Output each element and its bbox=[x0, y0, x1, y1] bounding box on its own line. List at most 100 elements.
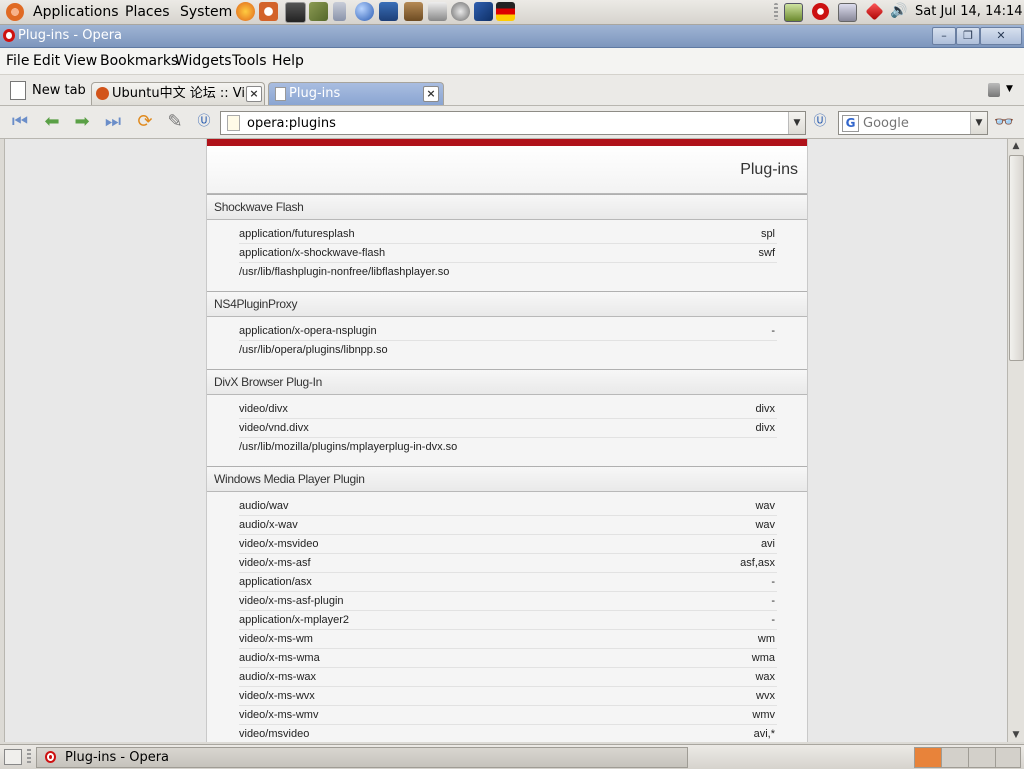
network-tray-icon[interactable] bbox=[838, 3, 857, 22]
new-tab-button[interactable]: New tab bbox=[32, 83, 86, 98]
tab-bar: New tab Ubuntu中文 论坛 :: Vi... × Plug-ins … bbox=[0, 75, 1024, 106]
menu-edit[interactable]: Edit bbox=[33, 48, 60, 74]
settings-launcher-icon[interactable] bbox=[259, 2, 278, 21]
disc-launcher-icon[interactable] bbox=[451, 2, 470, 21]
bird-launcher-icon[interactable] bbox=[474, 2, 493, 21]
menu-bookmarks[interactable]: Bookmarks bbox=[100, 48, 178, 74]
vertical-scrollbar[interactable]: ▲ ▼ bbox=[1007, 139, 1024, 742]
forward-icon[interactable]: ➡ bbox=[70, 111, 94, 133]
window-titlebar[interactable]: Plug-ins - Opera – ❐ ✕ bbox=[0, 25, 1024, 48]
menu-widgets[interactable]: Widgets bbox=[175, 48, 232, 74]
screen-launcher-icon[interactable] bbox=[379, 2, 398, 21]
mime-row: application/x-opera-nsplugin - bbox=[239, 322, 777, 341]
update-tray-icon[interactable] bbox=[865, 2, 884, 21]
mime-row: application/x-mplayer2 - bbox=[239, 611, 777, 630]
plugin-path: /usr/lib/mozilla/plugins/mplayerplug-in-… bbox=[239, 441, 458, 453]
mime-type: audio/x-wav bbox=[239, 519, 298, 531]
book-launcher-icon[interactable] bbox=[309, 2, 328, 21]
tab-ubuntu-forum[interactable]: Ubuntu中文 论坛 :: Vi... × bbox=[91, 82, 265, 105]
plugin-name: NS4PluginProxy bbox=[207, 291, 807, 317]
search-input[interactable] bbox=[863, 114, 967, 132]
address-dropdown-icon[interactable]: ▼ bbox=[788, 112, 805, 134]
mime-row: video/x-ms-asf-plugin - bbox=[239, 592, 777, 611]
menu-tools[interactable]: Tools bbox=[232, 48, 267, 74]
character-launcher-icon[interactable] bbox=[404, 2, 423, 21]
image-launcher-icon[interactable] bbox=[428, 2, 447, 21]
maximize-button[interactable]: ❐ bbox=[956, 27, 980, 45]
show-desktop-icon[interactable] bbox=[4, 749, 22, 765]
mime-extension: divx bbox=[755, 422, 775, 434]
close-tab-icon[interactable]: × bbox=[246, 86, 262, 102]
google-icon[interactable]: G bbox=[842, 115, 859, 132]
device-launcher-icon[interactable] bbox=[333, 2, 346, 21]
tray-handle-icon bbox=[774, 3, 778, 20]
reload-icon[interactable]: ⟳ bbox=[133, 111, 157, 133]
applications-menu[interactable]: Applications bbox=[33, 0, 119, 24]
flag-launcher-icon[interactable] bbox=[496, 2, 515, 21]
ubuntu-logo-icon[interactable] bbox=[6, 3, 24, 21]
plugin-path-row: /usr/lib/mozilla/plugins/mplayerplug-in-… bbox=[239, 438, 777, 456]
page-header: Plug-ins bbox=[207, 146, 807, 194]
notes-tray-icon[interactable] bbox=[784, 3, 803, 22]
plugin-path: /usr/lib/flashplugin-nonfree/libflashpla… bbox=[239, 266, 450, 278]
close-window-button[interactable]: ✕ bbox=[980, 27, 1022, 45]
scroll-down-icon[interactable]: ▼ bbox=[1008, 728, 1024, 742]
unite-icon[interactable]: Ⓤ bbox=[192, 111, 216, 133]
mime-extension: wax bbox=[755, 671, 775, 683]
fast-forward-icon[interactable]: ⏭ bbox=[101, 111, 125, 133]
minimize-button[interactable]: – bbox=[932, 27, 956, 45]
navigation-toolbar: ⏮ ⬅ ➡ ⏭ ⟳ ✎ Ⓤ ▼ Ⓤ G ▼ 👓 bbox=[0, 106, 1024, 139]
mime-row: audio/x-wav wav bbox=[239, 516, 777, 535]
mime-type: application/futuresplash bbox=[239, 228, 355, 240]
globe-launcher-icon[interactable] bbox=[355, 2, 374, 21]
firefox-launcher-icon[interactable] bbox=[236, 2, 255, 21]
mime-row: application/asx - bbox=[239, 573, 777, 592]
edit-icon[interactable]: ✎ bbox=[163, 111, 187, 133]
back-icon[interactable]: ⬅ bbox=[40, 111, 64, 133]
workspace-2[interactable] bbox=[941, 747, 969, 768]
address-bar[interactable]: ▼ bbox=[220, 111, 806, 135]
new-tab-icon[interactable] bbox=[10, 81, 26, 100]
mime-type: video/divx bbox=[239, 403, 288, 415]
trash-icon[interactable] bbox=[988, 83, 1000, 97]
menu-view[interactable]: View bbox=[64, 48, 97, 74]
menu-help[interactable]: Help bbox=[272, 48, 304, 74]
scroll-thumb[interactable] bbox=[1009, 155, 1024, 361]
workspace-1[interactable] bbox=[914, 747, 942, 768]
trash-dropdown-icon[interactable]: ▼ bbox=[1006, 84, 1013, 94]
mime-extension: spl bbox=[760, 228, 775, 240]
system-menu[interactable]: System bbox=[180, 0, 232, 24]
zoom-glasses-icon[interactable]: 👓 bbox=[992, 111, 1016, 133]
page-viewport[interactable]: Plug-ins Shockwave Flash application/futu… bbox=[4, 139, 1007, 742]
rewind-icon[interactable]: ⏮ bbox=[8, 111, 32, 133]
mime-row: audio/x-ms-wma wma bbox=[239, 649, 777, 668]
address-input[interactable] bbox=[247, 114, 787, 132]
menu-file[interactable]: File bbox=[6, 48, 29, 74]
mime-type: application/x-shockwave-flash bbox=[239, 247, 386, 259]
unite-panel-icon[interactable]: Ⓤ bbox=[808, 111, 832, 133]
opera-task-icon bbox=[45, 751, 56, 763]
clock[interactable]: Sat Jul 14, 14:14 bbox=[915, 0, 1023, 24]
search-box[interactable]: G ▼ bbox=[838, 111, 988, 135]
tab-plugins[interactable]: Plug-ins × bbox=[268, 82, 444, 105]
places-menu[interactable]: Places bbox=[125, 0, 170, 24]
plugin-list: Shockwave Flash application/futuresplash s… bbox=[207, 194, 807, 742]
mime-type: video/x-ms-wvx bbox=[239, 690, 315, 702]
volume-tray-icon[interactable]: 🔊 bbox=[890, 3, 907, 20]
mime-extension: - bbox=[771, 595, 775, 607]
scroll-up-icon[interactable]: ▲ bbox=[1008, 139, 1024, 153]
taskbar-window-button[interactable]: Plug-ins - Opera bbox=[36, 747, 688, 768]
mime-extension: wm bbox=[757, 633, 775, 645]
opera-tray-icon[interactable] bbox=[812, 3, 829, 20]
search-dropdown-icon[interactable]: ▼ bbox=[970, 112, 987, 134]
workspace-3[interactable] bbox=[968, 747, 996, 768]
terminal-launcher-icon[interactable] bbox=[285, 2, 306, 23]
close-tab-icon[interactable]: × bbox=[423, 86, 439, 102]
mime-extension: wmv bbox=[752, 709, 775, 721]
plugin-details: application/futuresplash spl application/x… bbox=[207, 220, 807, 291]
mime-row: video/divx divx bbox=[239, 400, 777, 419]
plugin-path-row: /usr/lib/flashplugin-nonfree/libflashpla… bbox=[239, 263, 777, 281]
workspace-4[interactable] bbox=[995, 747, 1021, 768]
plugin-details: video/divx divx video/vnd.divx divx/usr/lib… bbox=[207, 395, 807, 466]
plugin-path-row: /usr/lib/opera/plugins/libnpp.so bbox=[239, 341, 777, 359]
